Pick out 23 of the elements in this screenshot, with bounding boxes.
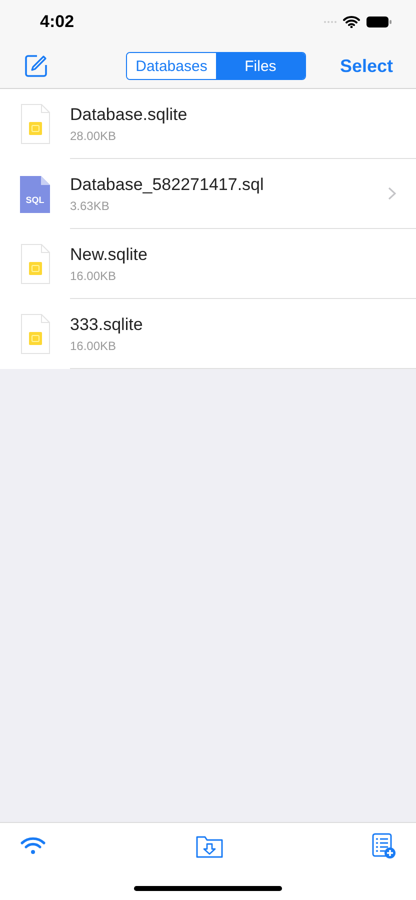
segment-tab[interactable]: Databases xyxy=(126,53,216,79)
database-file-icon xyxy=(20,314,50,354)
signal-icon xyxy=(323,20,337,24)
folder-download-icon[interactable] xyxy=(196,834,222,858)
segment-tab[interactable]: Files xyxy=(216,53,305,79)
compose-icon[interactable] xyxy=(24,54,48,78)
file-name: Database_582271417.sql xyxy=(70,174,264,194)
wifi-icon xyxy=(343,16,360,28)
file-size: 16.00KB xyxy=(70,338,116,352)
file-name: Database.sqlite xyxy=(70,104,188,124)
file-name: New.sqlite xyxy=(70,244,148,264)
file-size: 16.00KB xyxy=(70,268,116,282)
file-size: 28.00KB xyxy=(70,128,116,142)
sql-file-icon: SQL xyxy=(20,176,50,212)
add-list-icon[interactable] xyxy=(372,833,396,859)
database-file-icon xyxy=(20,244,50,284)
select-button[interactable]: Select xyxy=(340,56,393,76)
status-time: 4:02 xyxy=(40,12,74,32)
file-size: 3.63KB xyxy=(70,198,110,212)
wifi-icon[interactable] xyxy=(20,836,46,856)
file-name: 333.sqlite xyxy=(70,314,143,334)
battery-icon xyxy=(366,16,392,28)
database-file-icon xyxy=(20,104,50,144)
